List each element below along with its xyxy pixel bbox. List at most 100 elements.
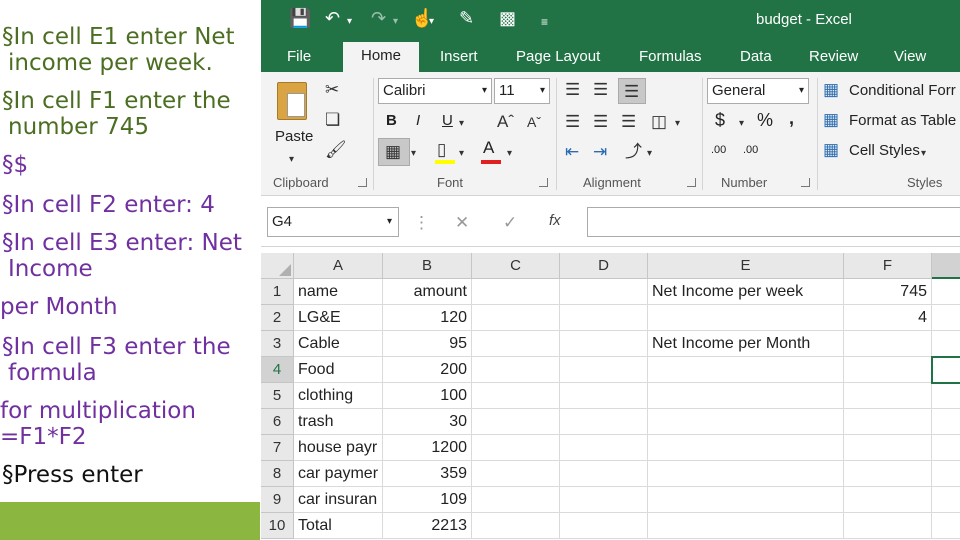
cell-e2[interactable] <box>648 305 844 331</box>
tab-page-layout[interactable]: Page Layout <box>516 48 600 65</box>
cell-a5[interactable]: clothing <box>294 383 383 409</box>
increase-font-icon[interactable]: Aˆ <box>497 112 514 132</box>
cell-g5[interactable] <box>932 383 960 409</box>
cell-b5[interactable]: 100 <box>383 383 472 409</box>
comma-button[interactable]: , <box>789 108 794 129</box>
cell-f6[interactable] <box>844 409 932 435</box>
cell-e1[interactable]: Net Income per week <box>648 279 844 305</box>
cell-e9[interactable] <box>648 487 844 513</box>
save-icon[interactable]: 💾 <box>289 6 311 30</box>
touch-dropdown-icon[interactable]: ▾ <box>429 10 434 34</box>
font-launcher-icon[interactable] <box>539 178 548 187</box>
row-header[interactable]: 3 <box>261 331 294 357</box>
cell-c5[interactable] <box>472 383 560 409</box>
font-color-dropdown-icon[interactable]: ▾ <box>507 144 512 164</box>
cell-b3[interactable]: 95 <box>383 331 472 357</box>
bold-button[interactable]: B <box>386 112 397 129</box>
column-header-d[interactable]: D <box>560 253 648 279</box>
name-box[interactable]: G4 ▾ <box>267 207 399 237</box>
cell-d6[interactable] <box>560 409 648 435</box>
column-header-f[interactable]: F <box>844 253 932 279</box>
underline-dropdown-icon[interactable]: ▾ <box>459 114 464 134</box>
font-size-dropdown-icon[interactable]: ▾ <box>540 79 545 103</box>
increase-indent-icon[interactable]: ⇥ <box>593 142 607 162</box>
cell-e8[interactable] <box>648 461 844 487</box>
cell-d9[interactable] <box>560 487 648 513</box>
font-name-box[interactable]: Calibri ▾ <box>378 78 492 104</box>
cell-c9[interactable] <box>472 487 560 513</box>
insert-function-button[interactable]: fx <box>549 212 561 229</box>
currency-dropdown-icon[interactable]: ▾ <box>739 114 744 134</box>
customize-qat-icon[interactable]: ≡ <box>541 10 548 34</box>
cell-f2[interactable]: 4 <box>844 305 932 331</box>
cell-e4[interactable] <box>648 357 844 383</box>
copy-icon[interactable]: ❏ <box>325 110 340 130</box>
cell-f9[interactable] <box>844 487 932 513</box>
cell-a7[interactable]: house payr <box>294 435 383 461</box>
align-right-icon[interactable]: ☰ <box>621 112 636 132</box>
number-launcher-icon[interactable] <box>801 178 810 187</box>
cell-f10[interactable] <box>844 513 932 539</box>
cell-a10[interactable]: Total <box>294 513 383 539</box>
cell-a4[interactable]: Food <box>294 357 383 383</box>
cell-a8[interactable]: car paymer <box>294 461 383 487</box>
alignment-launcher-icon[interactable] <box>687 178 696 187</box>
cell-g2[interactable] <box>932 305 960 331</box>
middle-align-icon[interactable]: ☰ <box>593 80 608 100</box>
borders-dropdown-icon[interactable]: ▾ <box>411 144 416 164</box>
undo-dropdown-icon[interactable]: ▾ <box>347 10 352 34</box>
number-format-dropdown-icon[interactable]: ▾ <box>799 79 804 103</box>
font-color-icon[interactable]: A <box>483 138 494 158</box>
cell-c8[interactable] <box>472 461 560 487</box>
cut-icon[interactable]: ✂ <box>325 80 339 100</box>
cell-a2[interactable]: LG&E <box>294 305 383 331</box>
cell-c10[interactable] <box>472 513 560 539</box>
cell-g7[interactable] <box>932 435 960 461</box>
merge-center-icon[interactable]: ◫ <box>651 112 667 132</box>
decrease-indent-icon[interactable]: ⇤ <box>565 142 579 162</box>
font-size-box[interactable]: 11 ▾ <box>494 78 550 104</box>
row-header[interactable]: 6 <box>261 409 294 435</box>
name-box-dropdown-icon[interactable]: ▾ <box>387 208 392 236</box>
conditional-formatting-icon[interactable]: ▦ <box>823 80 839 100</box>
cell-c6[interactable] <box>472 409 560 435</box>
redo-icon[interactable]: ↷ <box>371 6 386 30</box>
cell-e3[interactable]: Net Income per Month <box>648 331 844 357</box>
active-cell-g4[interactable] <box>931 356 960 384</box>
orientation-icon[interactable]: ⤴ <box>625 142 642 162</box>
cell-c7[interactable] <box>472 435 560 461</box>
column-header-a[interactable]: A <box>294 253 383 279</box>
tab-insert[interactable]: Insert <box>440 48 478 65</box>
align-left-icon[interactable]: ☰ <box>565 112 580 132</box>
column-header-g[interactable] <box>932 253 960 279</box>
cell-e7[interactable] <box>648 435 844 461</box>
increase-decimal-button[interactable]: .00 <box>711 144 726 156</box>
underline-button[interactable]: U <box>442 112 453 129</box>
cell-a6[interactable]: trash <box>294 409 383 435</box>
row-header[interactable]: 4 <box>261 357 294 383</box>
cell-d4[interactable] <box>560 357 648 383</box>
cell-f1[interactable]: 745 <box>844 279 932 305</box>
cell-f4[interactable] <box>844 357 932 383</box>
cell-b9[interactable]: 109 <box>383 487 472 513</box>
cell-f3[interactable] <box>844 331 932 357</box>
row-header[interactable]: 7 <box>261 435 294 461</box>
fill-dropdown-icon[interactable]: ▾ <box>459 144 464 164</box>
paste-button[interactable]: Paste <box>275 128 313 145</box>
cell-a3[interactable]: Cable <box>294 331 383 357</box>
cell-b10[interactable]: 2213 <box>383 513 472 539</box>
tab-view[interactable]: View <box>894 48 926 65</box>
tab-file[interactable]: File <box>287 48 311 65</box>
cell-styles-button[interactable]: Cell Styles <box>849 142 920 159</box>
row-header[interactable]: 9 <box>261 487 294 513</box>
cell-e5[interactable] <box>648 383 844 409</box>
cell-g8[interactable] <box>932 461 960 487</box>
cell-f8[interactable] <box>844 461 932 487</box>
cell-styles-dropdown-icon[interactable]: ▾ <box>921 144 926 164</box>
cell-g9[interactable] <box>932 487 960 513</box>
cell-d3[interactable] <box>560 331 648 357</box>
cell-styles-icon[interactable]: ▦ <box>823 140 839 160</box>
formula-input[interactable] <box>587 207 960 237</box>
cell-c2[interactable] <box>472 305 560 331</box>
tab-formulas[interactable]: Formulas <box>639 48 702 65</box>
